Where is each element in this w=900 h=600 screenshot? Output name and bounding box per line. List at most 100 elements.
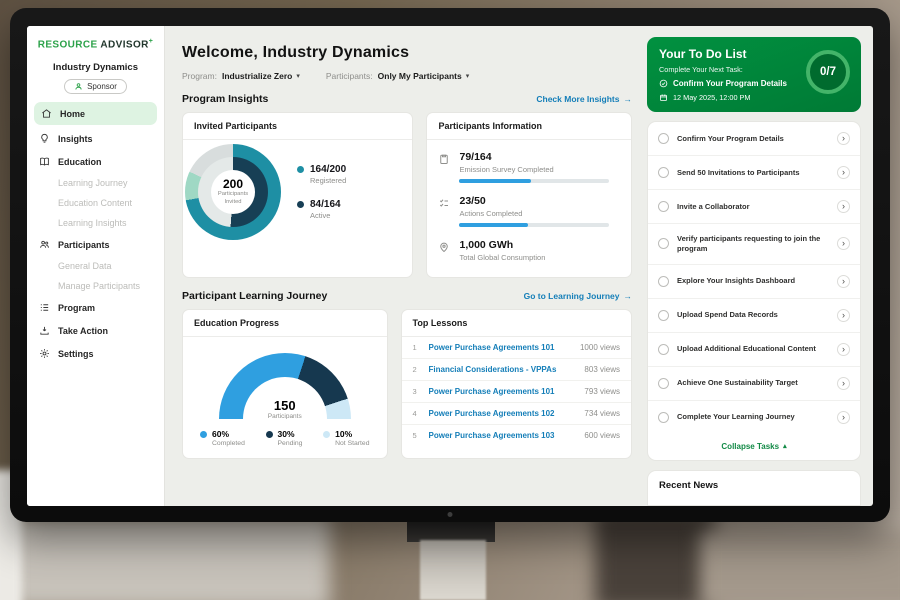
checkbox[interactable] [658,133,669,144]
stat-value: 23/50 [459,195,609,207]
check-more-insights-link[interactable]: Check More Insights → [536,94,632,104]
task-row[interactable]: Achieve One Sustainability Target › [648,367,860,401]
chevron-right-icon[interactable]: › [837,411,850,424]
sidebar-item-home[interactable]: Home [34,102,157,125]
background-wall [0,515,330,600]
lesson-title-link[interactable]: Power Purchase Agreements 103 [429,431,576,440]
legend-item: 60% Completed [200,429,245,447]
checkbox[interactable] [658,201,669,212]
chevron-right-icon[interactable]: › [837,309,850,322]
chevron-right-icon[interactable]: › [837,200,850,213]
task-label: Send 50 Invitations to Participants [677,168,829,178]
insights-cards-row: Invited Participants 200 Participants In… [182,112,632,278]
stat-label: Actions Completed [459,209,609,218]
checkbox[interactable] [658,344,669,355]
sidebar-item-insights[interactable]: Insights [27,127,164,150]
learning-cards-row: Education Progress 150 Participants [182,309,632,459]
chevron-down-icon: ▾ [296,72,300,80]
program-filter-value: Industrialize Zero [222,71,292,81]
donut-legend: 164/200 Registered 84/164 Active [297,164,346,220]
sidebar-item-education[interactable]: Education [27,150,164,173]
brand-secondary: ADVISOR [100,39,148,50]
participants-information-card: Participants Information 79/164 Emission… [426,112,632,278]
go-to-learning-journey-link[interactable]: Go to Learning Journey → [524,291,632,301]
program-filter[interactable]: Program: Industrialize Zero ▾ [182,71,300,81]
sidebar-item-label: Home [60,109,85,119]
task-label: Complete Your Learning Journey [677,412,829,422]
stat-actions-completed: 23/50 Actions Completed [438,195,620,227]
legend-item: 164/200 Registered [297,164,346,185]
checkbox[interactable] [658,238,669,249]
app-logo: RESOURCE ADVISOR+ [27,38,164,50]
monitor-logo-dot [448,512,453,517]
chevron-right-icon[interactable]: › [837,166,850,179]
donut-center-value: 200 [223,177,243,191]
education-gauge-chart: 150 Participants [219,353,351,419]
lesson-title-link[interactable]: Power Purchase Agreements 101 [429,387,576,396]
chevron-right-icon[interactable]: › [837,132,850,145]
lesson-rank: 3 [413,387,420,396]
card-title: Invited Participants [183,113,412,140]
participants-filter-value: Only My Participants [378,71,462,81]
todo-due-date: 12 May 2025, 12:00 PM [659,93,849,102]
home-icon [41,108,52,119]
gauge-center: 150 Participants [219,398,351,419]
legend-dot-pending [266,431,273,438]
lesson-title-link[interactable]: Financial Considerations - VPPAs [429,365,576,374]
background-desk [700,530,900,600]
sidebar-item-take-action[interactable]: Take Action [27,319,164,342]
progress-fill [459,179,531,183]
task-row[interactable]: Confirm Your Program Details › [648,122,860,156]
chevron-right-icon[interactable]: › [837,377,850,390]
sidebar-item-learning-insights[interactable]: Learning Insights [27,213,164,233]
task-row[interactable]: Explore Your Insights Dashboard › [648,265,860,299]
legend-value: 84/164 [310,199,341,210]
stat-global-consumption: 1,000 GWh Total Global Consumption [438,239,620,262]
sponsor-badge[interactable]: Sponsor [64,79,127,94]
collapse-tasks-link[interactable]: Collapse Tasks ▴ [648,434,860,460]
lesson-views: 734 views [584,409,620,418]
task-row[interactable]: Complete Your Learning Journey › [648,401,860,434]
chevron-right-icon[interactable]: › [837,237,850,250]
checkbox[interactable] [658,276,669,287]
sidebar: RESOURCE ADVISOR+ Industry Dynamics Spon… [27,26,165,506]
checkbox[interactable] [658,167,669,178]
task-row[interactable]: Invite a Collaborator › [648,190,860,224]
task-row[interactable]: Verify participants requesting to join t… [648,224,860,265]
sidebar-item-settings[interactable]: Settings [27,342,164,365]
arrow-right-icon: → [624,94,633,104]
gear-icon [39,348,50,359]
sidebar-item-general-data[interactable]: General Data [27,256,164,276]
checkbox[interactable] [658,378,669,389]
task-row[interactable]: Upload Spend Data Records › [648,299,860,333]
gauge-center-label: Participants [219,413,351,419]
participants-filter[interactable]: Participants: Only My Participants ▾ [326,71,469,81]
lesson-title-link[interactable]: Power Purchase Agreements 102 [429,409,576,418]
task-label: Explore Your Insights Dashboard [677,276,829,286]
lesson-rank: 2 [413,365,420,374]
sidebar-item-learning-journey[interactable]: Learning Journey [27,173,164,193]
lesson-title-link[interactable]: Power Purchase Agreements 101 [429,343,571,352]
sidebar-item-label: Education [58,157,102,167]
task-label: Achieve One Sustainability Target [677,378,829,388]
list-item: 2 Financial Considerations - VPPAs 803 v… [402,359,631,381]
sidebar-item-program[interactable]: Program [27,296,164,319]
chevron-right-icon[interactable]: › [837,343,850,356]
todo-next-task-label: Confirm Your Program Details [673,79,787,88]
chevron-right-icon[interactable]: › [837,275,850,288]
card-title: Top Lessons [402,310,631,337]
checkbox[interactable] [658,412,669,423]
task-row[interactable]: Upload Additional Educational Content › [648,333,860,367]
legend-label: Not Started [335,440,369,447]
people-icon [39,239,50,250]
sidebar-item-manage-participants[interactable]: Manage Participants [27,276,164,296]
brand-plus: + [149,38,154,45]
sidebar-item-education-content[interactable]: Education Content [27,193,164,213]
sidebar-item-label: Settings [58,349,94,359]
task-row[interactable]: Send 50 Invitations to Participants › [648,156,860,190]
background-shadow [595,510,715,600]
stat-label: Emission Survey Completed [459,165,609,174]
chevron-up-icon: ▴ [783,442,787,450]
checkbox[interactable] [658,310,669,321]
sidebar-item-participants[interactable]: Participants [27,233,164,256]
